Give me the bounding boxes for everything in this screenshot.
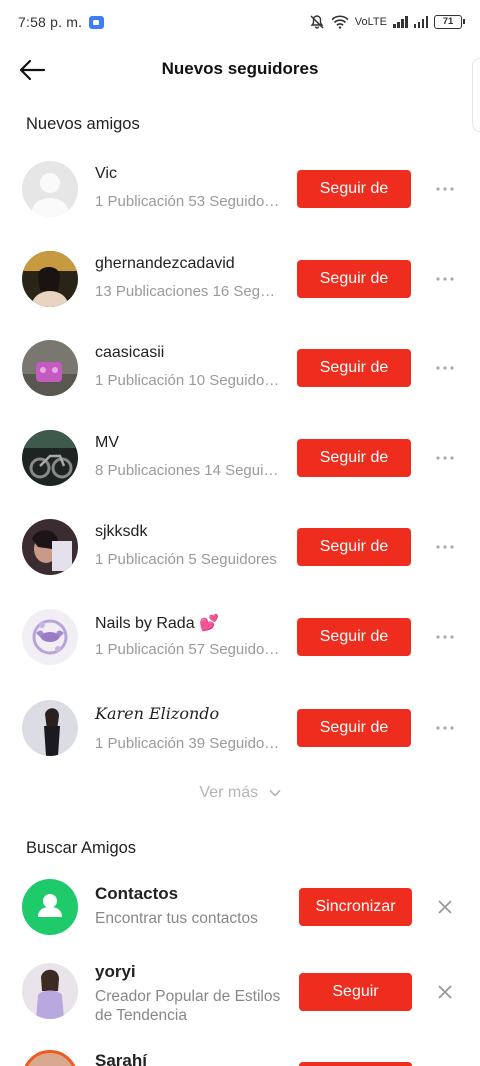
user-name[interactable]: caasicasii [95, 344, 164, 362]
follow-back-button[interactable]: Seguir de [297, 260, 411, 298]
dismiss-button[interactable] [432, 894, 458, 920]
user-name[interactable]: Vic [95, 165, 117, 183]
more-icon [436, 277, 454, 281]
network-label: VoLTE [354, 16, 387, 28]
avatar[interactable] [22, 700, 78, 756]
contacts-icon [22, 879, 78, 935]
list-item[interactable]: MV 8 Publicaciones 14 Seguidores Seguir … [0, 428, 480, 488]
suggestion-row-partial[interactable]: Sarahí [0, 1050, 480, 1066]
contacts-title: Contactos [95, 884, 179, 903]
sync-contacts-button[interactable]: Sincronizar [299, 888, 412, 926]
close-icon [438, 985, 452, 999]
follow-button[interactable] [299, 1062, 412, 1066]
user-stats: 8 Publicaciones 14 Seguidores [95, 462, 280, 479]
avatar[interactable] [22, 1050, 78, 1066]
list-item[interactable]: Karen Elizondo 1 Publicación 39 Seguidor… [0, 698, 480, 758]
see-more-button[interactable]: Ver más [0, 784, 480, 802]
more-options-button[interactable] [430, 713, 460, 743]
follow-back-button[interactable]: Seguir de [297, 349, 411, 387]
contacts-subtitle: Encontrar tus contactos [95, 910, 258, 927]
video-app-icon [89, 15, 105, 29]
wifi-icon [331, 15, 349, 29]
chevron-down-icon [268, 789, 281, 797]
more-icon [436, 545, 454, 549]
avatar[interactable] [22, 609, 78, 665]
avatar[interactable] [22, 519, 78, 575]
follow-back-button[interactable]: Seguir de [297, 709, 411, 747]
user-stats: 1 Publicación 53 Seguidores [95, 193, 280, 210]
battery-level: 71 [442, 16, 454, 27]
edge-handle[interactable] [472, 58, 480, 132]
follow-back-button[interactable]: Seguir de [297, 170, 411, 208]
user-stats: 13 Publicaciones 16 Seguidores [95, 283, 280, 300]
more-options-button[interactable] [430, 174, 460, 204]
more-icon [436, 366, 454, 370]
list-item[interactable]: ghernandezcadavid 13 Publicaciones 16 Se… [0, 249, 480, 309]
user-stats: 1 Publicación 39 Seguidores [95, 735, 280, 752]
user-name[interactable]: MV [95, 434, 119, 452]
user-name[interactable]: ghernandezcadavid [95, 255, 235, 273]
avatar[interactable] [22, 251, 78, 307]
more-icon [436, 187, 454, 191]
suggestion-row[interactable]: yoryi Creador Popular de Estilos de Tend… [0, 962, 480, 1026]
page-title: Nuevos seguidores [161, 59, 319, 78]
user-name[interactable]: Nails by Rada 💕 [95, 613, 219, 633]
see-more-label: Ver más [199, 784, 259, 801]
status-time: 7:58 p. m. [18, 14, 83, 30]
user-name[interactable]: sjkksdk [95, 523, 147, 541]
top-bar: Nuevos seguidores [0, 44, 480, 94]
follow-button[interactable]: Seguir [299, 973, 412, 1011]
user-name[interactable]: Sarahí [95, 1051, 147, 1066]
user-name[interactable]: yoryi [95, 962, 136, 982]
user-stats: 1 Publicación 5 Seguidores [95, 551, 277, 568]
more-options-button[interactable] [430, 264, 460, 294]
more-icon [436, 456, 454, 460]
avatar[interactable] [22, 340, 78, 396]
more-options-button[interactable] [430, 532, 460, 562]
signal-icon-2 [413, 16, 428, 28]
back-arrow-icon [19, 59, 46, 81]
more-options-button[interactable] [430, 353, 460, 383]
more-options-button[interactable] [430, 622, 460, 652]
signal-icon [393, 16, 408, 28]
more-icon [436, 635, 454, 639]
follow-back-button[interactable]: Seguir de [297, 618, 411, 656]
mute-icon [310, 15, 324, 29]
follow-back-button[interactable]: Seguir de [297, 528, 411, 566]
dismiss-button[interactable] [432, 979, 458, 1005]
close-icon [438, 900, 452, 914]
section-title-find-friends: Buscar Amigos [26, 839, 137, 857]
user-stats: 1 Publicación 10 Seguidores [95, 372, 280, 389]
status-indicators: VoLTE 71 [309, 14, 465, 30]
more-options-button[interactable] [430, 443, 460, 473]
list-item[interactable]: caasicasii 1 Publicación 10 Seguidores S… [0, 338, 480, 398]
more-icon [436, 726, 454, 730]
user-name[interactable]: Karen Elizondo [95, 704, 219, 723]
user-description: Creador Popular de Estilos de Tendencia [95, 988, 281, 1024]
list-item[interactable]: Nails by Rada 💕 1 Publicación 57 Seguido… [0, 607, 480, 667]
list-item[interactable]: Vic 1 Publicación 53 Seguidores Seguir d… [0, 159, 480, 219]
status-bar: 7:58 p. m. VoLTE 71 [0, 0, 480, 44]
avatar[interactable] [22, 430, 78, 486]
avatar[interactable] [22, 963, 78, 1019]
contacts-row[interactable]: Contactos Encontrar tus contactos Sincro… [0, 878, 480, 938]
user-stats: 1 Publicación 57 Seguidores [95, 641, 280, 658]
list-item[interactable]: sjkksdk 1 Publicación 5 Seguidores Segui… [0, 517, 480, 577]
section-title-new-friends: Nuevos amigos [26, 115, 140, 133]
back-button[interactable] [14, 52, 50, 88]
avatar[interactable] [22, 161, 78, 217]
battery-icon: 71 [434, 15, 465, 29]
follow-back-button[interactable]: Seguir de [297, 439, 411, 477]
